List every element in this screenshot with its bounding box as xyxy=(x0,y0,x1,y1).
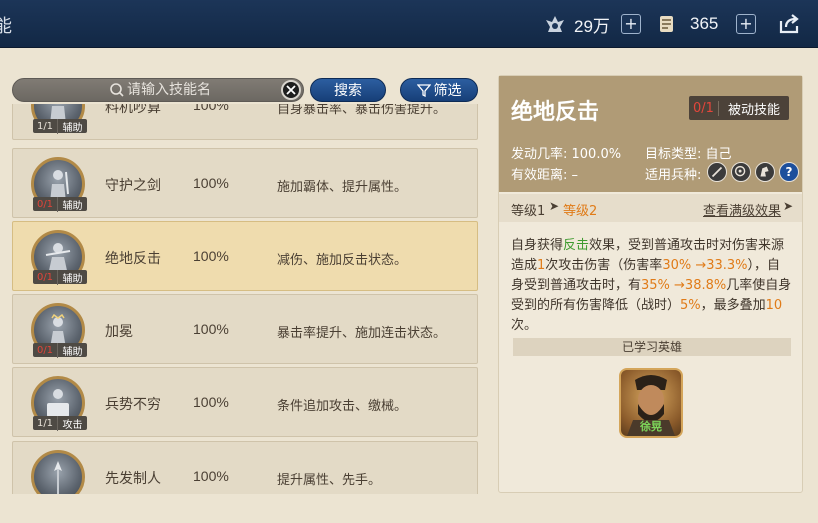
top-bar: 能 29万 + 365 + xyxy=(0,0,818,48)
sword-icon[interactable] xyxy=(707,162,727,182)
chevron-right-icon[interactable]: ➤ xyxy=(783,199,793,213)
skill-desc: 减伤、施加反击状态。 xyxy=(277,253,408,268)
skill-desc: 暴击率提升、施加连击状态。 xyxy=(277,326,447,341)
spear-icon xyxy=(54,461,62,494)
effective-range: 有效距离: – xyxy=(511,168,579,183)
question-icon[interactable]: ? xyxy=(779,162,799,182)
horse-icon[interactable] xyxy=(755,162,775,182)
filter-button-label: 筛选 xyxy=(433,83,462,99)
skill-desc: 施加霸体、提升属性。 xyxy=(277,180,408,195)
skill-rate: 100% xyxy=(193,468,229,484)
skill-list[interactable]: 1/1 辅助 料机吵算 100% 自身暴击率、暴击伤害提升。 0/1 辅助 守护… xyxy=(12,104,480,494)
resource-troops: 29万 xyxy=(544,10,610,38)
arrow-right-icon: ➤ xyxy=(549,199,560,213)
skill-level-badge: 1/1 辅助 xyxy=(33,118,87,134)
skill-row[interactable]: 0/1 辅助 加冕 100% 暴击率提升、施加连击状态。 xyxy=(12,294,478,364)
close-icon xyxy=(286,85,296,95)
skill-level-badge: 0/1 辅助 xyxy=(33,342,87,358)
hero-name: 徐晃 xyxy=(640,420,662,433)
scroll-value: 365 xyxy=(690,14,719,33)
page-title-fragment: 能 xyxy=(0,16,12,37)
skill-row[interactable]: 1/1 辅助 料机吵算 100% 自身暴击率、暴击伤害提升。 xyxy=(12,104,478,140)
level-row: 等级1 ➤ 等级2 查看满级效果 ➤ xyxy=(499,194,802,222)
skill-level-badge: 0/1 辅助 xyxy=(33,269,87,285)
skill-type: 被动技能 xyxy=(727,102,780,118)
troops-icon xyxy=(546,16,564,32)
skill-count: 0/1 xyxy=(689,100,719,116)
applicable-units-label: 适用兵种: xyxy=(645,168,702,183)
skill-rate: 100% xyxy=(193,321,229,337)
skill-rate: 100% xyxy=(193,394,229,410)
skill-level-badge: 1/1 攻击 xyxy=(33,415,87,431)
skill-name: 绝地反击 xyxy=(105,251,161,267)
filter-button[interactable]: 筛选 xyxy=(400,78,478,102)
skill-name: 先发制人 xyxy=(105,471,161,487)
resource-scroll: 365 xyxy=(656,10,718,38)
skill-type-badge: 0/1 被动技能 xyxy=(689,96,789,120)
level-2: 等级2 xyxy=(563,204,598,219)
search-button[interactable]: 搜索 xyxy=(310,78,386,102)
skill-name: 守护之剑 xyxy=(105,178,161,194)
skill-desc: 条件追加攻击、缴械。 xyxy=(277,399,408,414)
skill-desc: 提升属性、先手。 xyxy=(277,473,382,488)
target-type: 目标类型: 自己 xyxy=(645,147,732,162)
skill-level-badge: 0/1 辅助 xyxy=(33,196,87,212)
skill-row[interactable]: 0/1 辅助 守护之剑 100% 施加霸体、提升属性。 xyxy=(12,148,478,218)
skill-description: 自身获得反击效果，受到普通攻击时对伤害来源造成1次攻击伤害（伤害率30% →33… xyxy=(511,238,792,333)
learned-heroes-header: 已学习英雄 xyxy=(513,338,791,356)
skill-row[interactable]: 先发制人 100% 提升属性、先手。 xyxy=(12,441,478,494)
target-icon[interactable] xyxy=(731,162,751,182)
search-input[interactable] xyxy=(127,81,277,99)
full-level-effect-link[interactable]: 查看满级效果 xyxy=(703,200,781,219)
skill-icon xyxy=(31,450,85,494)
search-bar[interactable] xyxy=(12,78,304,102)
skill-name: 兵势不穷 xyxy=(105,397,161,413)
search-icon xyxy=(110,83,124,97)
level-1: 等级1 xyxy=(511,204,546,219)
share-icon[interactable] xyxy=(778,13,800,35)
skill-name: 加冕 xyxy=(105,324,133,340)
add-troops-button[interactable]: + xyxy=(621,14,641,34)
skill-row[interactable]: 1/1 攻击 兵势不穷 100% 条件追加攻击、缴械。 xyxy=(12,367,478,437)
filter-icon xyxy=(416,84,431,97)
skill-rate: 100% xyxy=(193,248,229,264)
search-button-label: 搜索 xyxy=(334,83,362,99)
skill-detail-panel: 绝地反击 0/1 被动技能 发动几率: 100.0% 有效距离: – 目标类型:… xyxy=(498,75,803,493)
scroll-icon xyxy=(660,16,673,32)
add-scroll-button[interactable]: + xyxy=(736,14,756,34)
troops-value: 29万 xyxy=(574,16,610,36)
detail-header: 绝地反击 0/1 被动技能 发动几率: 100.0% 有效距离: – 目标类型:… xyxy=(499,76,802,192)
skill-rate: 100% xyxy=(193,175,229,191)
skill-name: 料机吵算 xyxy=(105,104,161,116)
detail-title: 绝地反击 xyxy=(511,100,600,125)
skill-rate: 100% xyxy=(193,104,229,113)
clear-search-button[interactable] xyxy=(281,80,301,100)
skill-desc: 自身暴击率、暴击伤害提升。 xyxy=(277,104,447,117)
trigger-rate: 发动几率: 100.0% xyxy=(511,147,622,162)
hero-card[interactable]: 徐晃 xyxy=(619,368,683,438)
skill-row-selected[interactable]: 0/1 辅助 绝地反击 100% 减伤、施加反击状态。 xyxy=(12,221,478,291)
